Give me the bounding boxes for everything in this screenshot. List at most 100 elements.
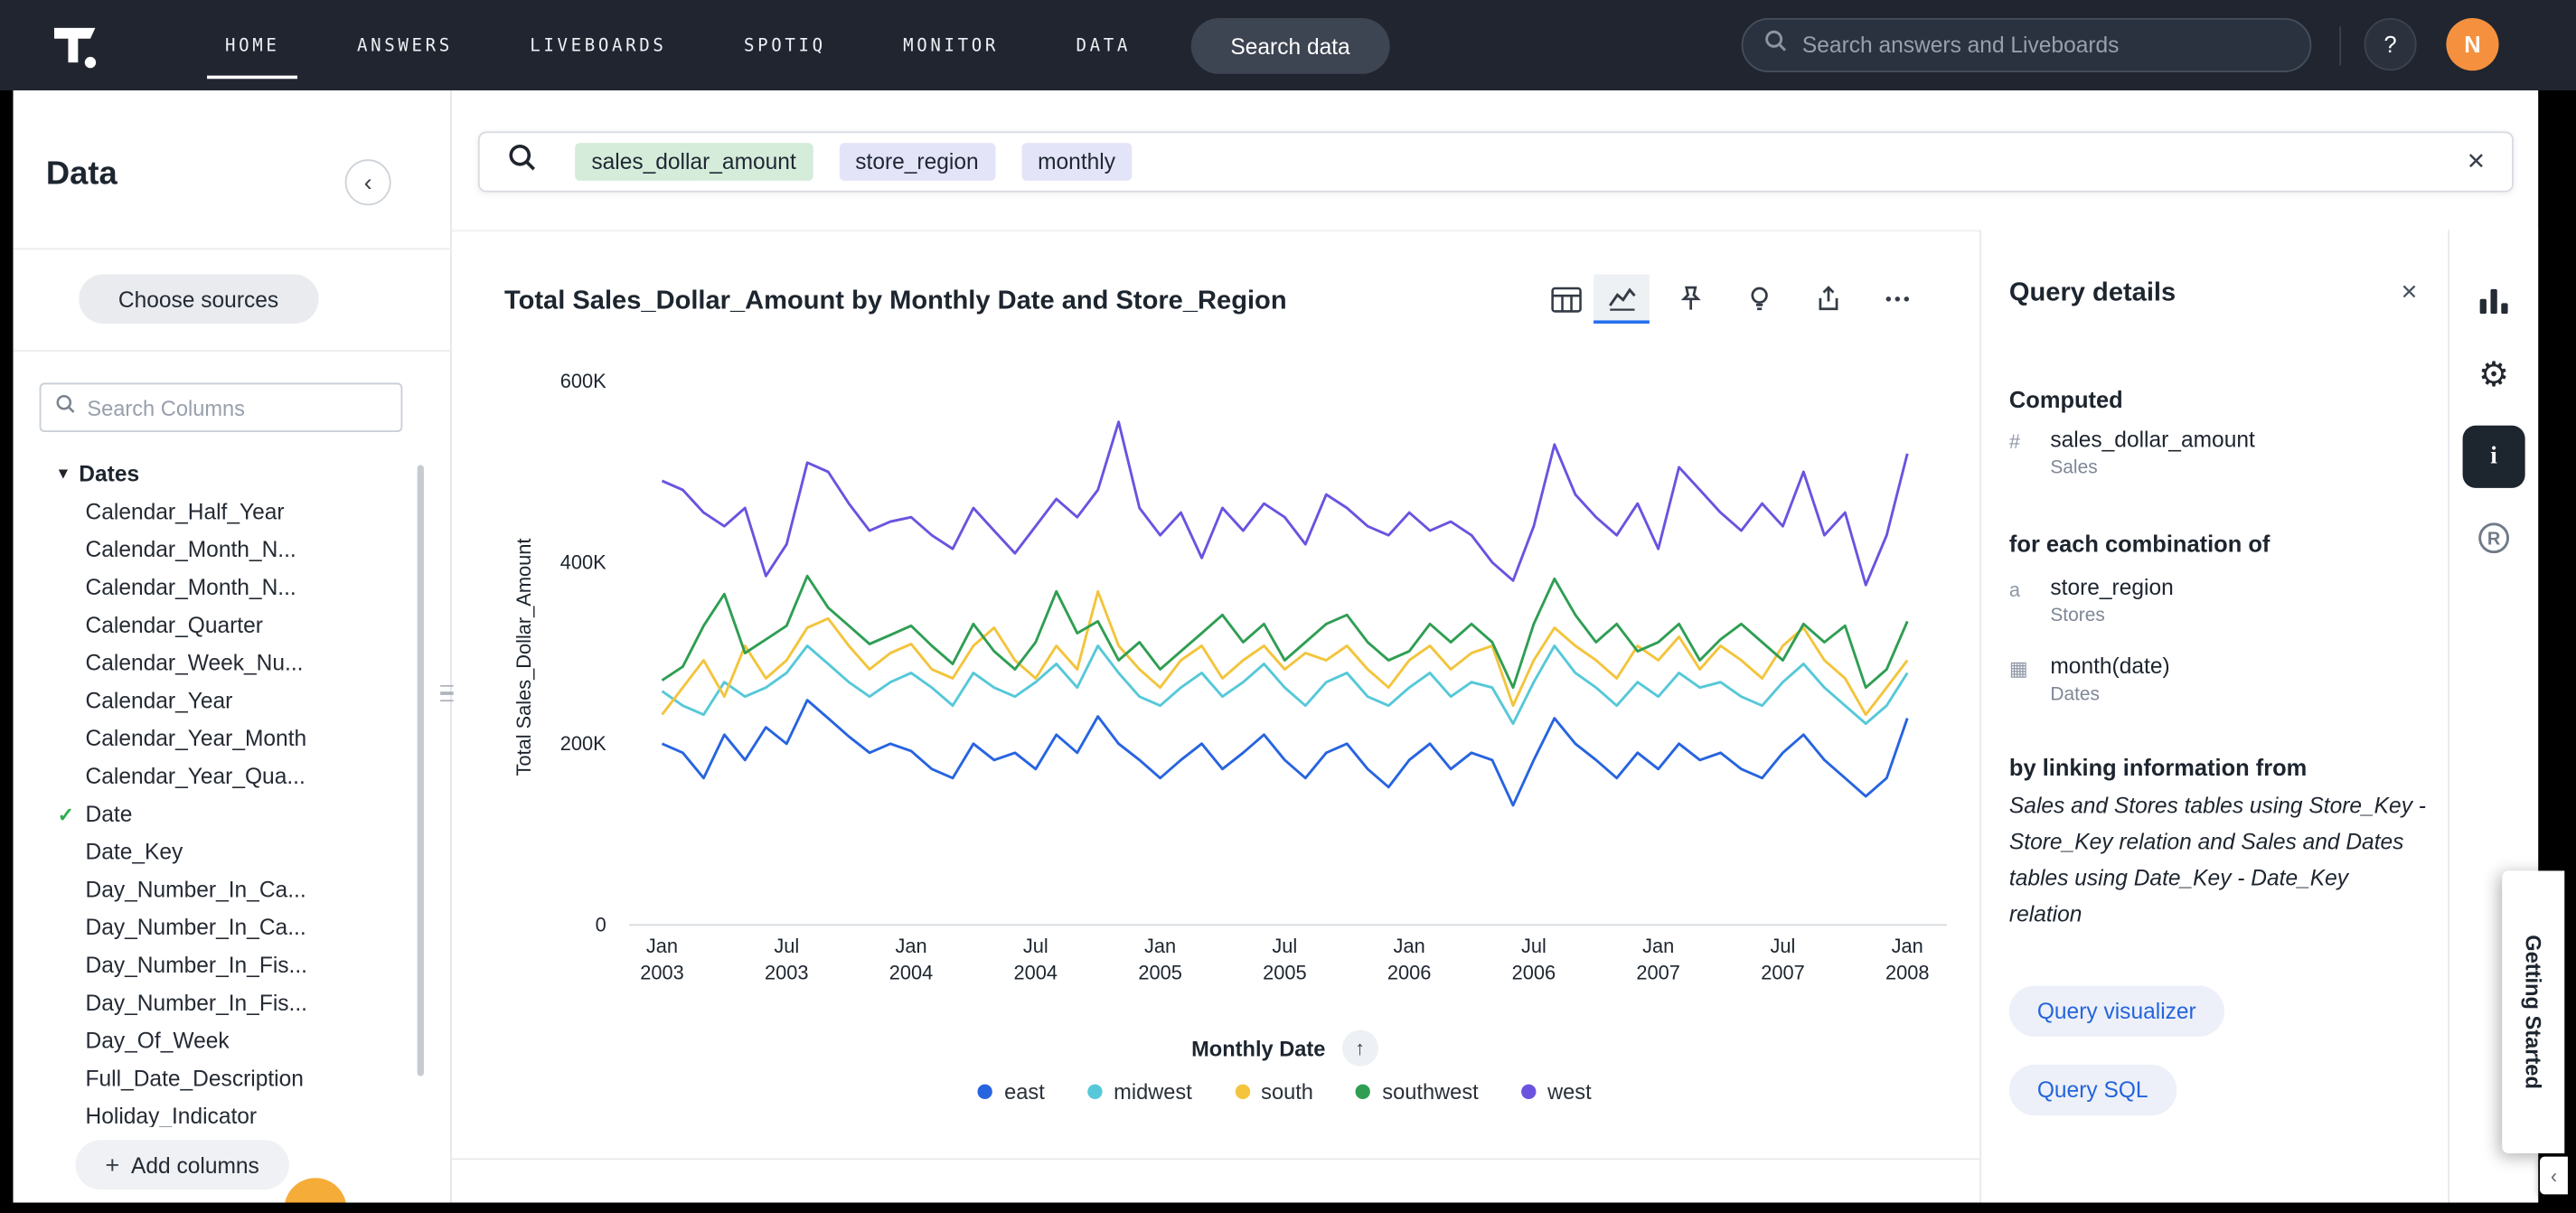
legend-dot bbox=[1356, 1085, 1370, 1099]
search-token-list: sales_dollar_amount store_region monthly bbox=[575, 143, 1132, 181]
nav-menu: HOME ANSWERS LIVEBOARDS SPOTIQ MONITOR DATA bbox=[225, 0, 1131, 90]
close-icon[interactable]: ✕ bbox=[2467, 148, 2486, 176]
sidebar-collapse-button[interactable]: ‹ bbox=[345, 159, 391, 205]
chart-config-icon[interactable] bbox=[2476, 283, 2512, 319]
search-icon bbox=[1763, 28, 1789, 62]
svg-text:Jul: Jul bbox=[774, 935, 799, 957]
answer-toolbar bbox=[1537, 275, 1925, 324]
query-visualizer-button[interactable]: Query visualizer bbox=[2009, 986, 2224, 1037]
help-button[interactable]: ? bbox=[2364, 18, 2417, 71]
column-label: Calendar_Year bbox=[86, 689, 233, 713]
column-label: Day_Number_In_Fis... bbox=[86, 991, 307, 1015]
sidebar-resize-handle[interactable] bbox=[440, 679, 454, 709]
column-item[interactable]: Full_Date_Description bbox=[14, 1059, 424, 1097]
column-label: Date_Key bbox=[86, 840, 183, 864]
svg-text:2003: 2003 bbox=[765, 961, 809, 983]
column-label: Calendar_Year_Month bbox=[86, 726, 307, 750]
nav-item-answers[interactable]: ANSWERS bbox=[357, 0, 453, 90]
svg-text:2008: 2008 bbox=[1885, 961, 1929, 983]
legend-item-southwest[interactable]: southwest bbox=[1356, 1079, 1478, 1104]
add-columns-button[interactable]: + Add columns bbox=[76, 1140, 289, 1189]
svg-text:2004: 2004 bbox=[889, 961, 934, 983]
search-icon bbox=[54, 391, 77, 423]
calendar-icon: ▦ bbox=[2009, 654, 2035, 732]
svg-text:2005: 2005 bbox=[1138, 961, 1181, 983]
column-item[interactable]: Calendar_Quarter bbox=[14, 606, 424, 644]
nav-item-data[interactable]: DATA bbox=[1076, 0, 1131, 90]
linking-heading: by linking information from bbox=[2009, 754, 2307, 780]
legend-dot bbox=[1521, 1085, 1536, 1099]
search-token-keyword[interactable]: monthly bbox=[1021, 143, 1132, 181]
query-details-panel: Query details ✕ Computed #sales_dollar_a… bbox=[1979, 230, 2448, 1202]
settings-gear-icon[interactable]: ⚙ bbox=[2478, 355, 2509, 396]
column-item[interactable]: Day_Number_In_Ca... bbox=[14, 908, 424, 946]
query-column-row: ▦month(date)Dates bbox=[2009, 654, 2174, 732]
pin-icon[interactable] bbox=[1662, 275, 1718, 324]
combination-rows: astore_regionStores▦month(date)Dates bbox=[2009, 575, 2174, 732]
column-label: Calendar_Week_Nu... bbox=[86, 651, 304, 675]
query-sql-button[interactable]: Query SQL bbox=[2009, 1065, 2176, 1115]
nav-item-liveboards[interactable]: LIVEBOARDS bbox=[530, 0, 666, 90]
info-icon[interactable]: i bbox=[2463, 426, 2525, 488]
query-column-name: sales_dollar_amount bbox=[2050, 428, 2254, 452]
search-data-button[interactable]: Search data bbox=[1191, 18, 1390, 74]
legend-item-south[interactable]: south bbox=[1235, 1079, 1313, 1104]
sidebar-scrollbar[interactable] bbox=[418, 465, 424, 1076]
svg-text:0: 0 bbox=[596, 914, 606, 936]
column-item[interactable]: Day_Number_In_Ca... bbox=[14, 870, 424, 908]
plus-icon: + bbox=[105, 1151, 119, 1179]
tree-group-dates[interactable]: ▾ Dates bbox=[14, 455, 424, 493]
svg-text:200K: 200K bbox=[560, 732, 606, 755]
insights-lightbulb-icon[interactable] bbox=[1732, 275, 1788, 324]
chart-view-icon[interactable] bbox=[1594, 275, 1650, 324]
table-view-icon[interactable] bbox=[1537, 275, 1594, 324]
column-item[interactable]: Calendar_Year_Qua... bbox=[14, 757, 424, 795]
legend-item-midwest[interactable]: midwest bbox=[1087, 1079, 1192, 1104]
svg-text:2006: 2006 bbox=[1387, 961, 1432, 983]
column-item[interactable]: Day_Number_In_Fis... bbox=[14, 984, 424, 1022]
column-item[interactable]: Date_Key bbox=[14, 833, 424, 871]
choose-sources-button[interactable]: Choose sources bbox=[79, 275, 318, 324]
column-item[interactable]: Calendar_Month_N... bbox=[14, 531, 424, 569]
close-icon[interactable]: ✕ bbox=[2401, 279, 2419, 306]
column-item[interactable]: Calendar_Year bbox=[14, 682, 424, 719]
global-search-input[interactable] bbox=[1802, 33, 2290, 57]
nav-item-spotiq[interactable]: SPOTIQ bbox=[744, 0, 826, 90]
search-icon bbox=[506, 141, 539, 182]
column-item[interactable]: Day_Of_Week bbox=[14, 1022, 424, 1060]
column-item[interactable]: Day_Number_In_Fis... bbox=[14, 946, 424, 984]
search-token-measure[interactable]: sales_dollar_amount bbox=[575, 143, 813, 181]
svg-text:Jul: Jul bbox=[1771, 935, 1796, 957]
column-label: Day_Number_In_Fis... bbox=[86, 953, 307, 977]
avatar[interactable]: N bbox=[2446, 18, 2498, 71]
thoughtspot-logo-icon[interactable] bbox=[50, 20, 102, 72]
r-analysis-icon[interactable]: R bbox=[2474, 519, 2514, 559]
column-search-input[interactable] bbox=[87, 395, 388, 419]
divider bbox=[14, 248, 452, 249]
legend-item-west[interactable]: west bbox=[1521, 1079, 1592, 1104]
svg-text:2003: 2003 bbox=[640, 961, 684, 983]
column-item[interactable]: Calendar_Month_N... bbox=[14, 569, 424, 606]
getting-started-tab[interactable]: Getting Started bbox=[2502, 870, 2564, 1153]
search-token-attribute[interactable]: store_region bbox=[839, 143, 995, 181]
nav-item-home[interactable]: HOME bbox=[225, 0, 280, 90]
share-icon[interactable] bbox=[1800, 275, 1857, 324]
sidebar-title: Data bbox=[46, 156, 118, 194]
column-item[interactable]: ✓Date bbox=[14, 795, 424, 833]
nav-item-monitor[interactable]: MONITOR bbox=[903, 0, 999, 90]
legend-item-east[interactable]: east bbox=[978, 1079, 1045, 1104]
legend-label: east bbox=[1004, 1079, 1045, 1104]
column-label: Calendar_Half_Year bbox=[86, 500, 285, 524]
search-bar: sales_dollar_amount store_region monthly ✕ bbox=[478, 131, 2514, 192]
collapse-panel-chevron-icon[interactable]: ‹ bbox=[2540, 1157, 2568, 1195]
column-item[interactable]: Calendar_Year_Month bbox=[14, 719, 424, 757]
line-chart[interactable]: 0200K400K600KTotal Sales_Dollar_AmountJa… bbox=[465, 345, 1976, 1002]
getting-started-label: Getting Started bbox=[2521, 935, 2545, 1089]
column-item[interactable]: Calendar_Half_Year bbox=[14, 493, 424, 531]
query-column-name: month(date) bbox=[2050, 654, 2169, 678]
sort-ascending-icon[interactable]: ↑ bbox=[1342, 1030, 1378, 1067]
svg-text:2004: 2004 bbox=[1014, 961, 1058, 983]
linking-text: Sales and Stores tables using Store_Key … bbox=[2009, 788, 2427, 933]
column-item[interactable]: Calendar_Week_Nu... bbox=[14, 644, 424, 682]
more-options-icon[interactable] bbox=[1869, 275, 1925, 324]
